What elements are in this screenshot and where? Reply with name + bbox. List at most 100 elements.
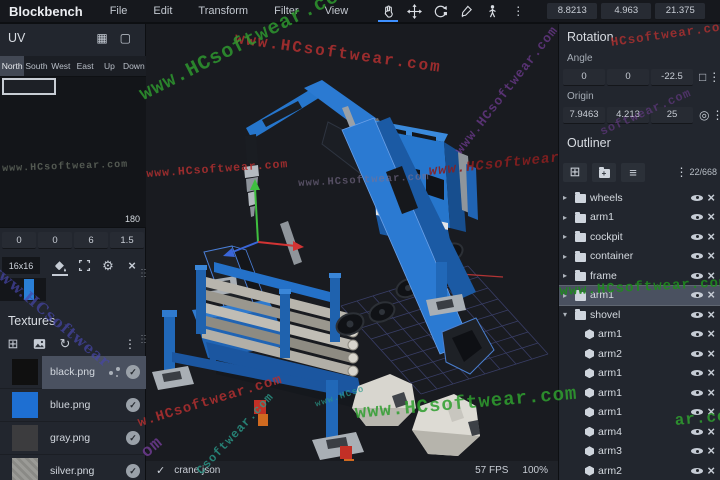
cross-icon[interactable] [707,267,715,285]
cross-icon[interactable] [707,325,715,343]
eye-icon[interactable] [691,368,704,379]
project-filename[interactable]: crane.json [174,465,220,476]
outliner-item-cube[interactable]: arm1 [559,364,720,384]
cross-icon[interactable] [707,189,715,207]
uv-selection-box[interactable] [2,78,56,95]
menu-transform[interactable]: Transform [185,0,261,22]
cross-icon[interactable] [707,228,715,246]
uv-editor-canvas[interactable]: 180 [0,76,146,228]
menu-edit[interactable]: Edit [140,0,185,22]
toolbar-more-button[interactable] [505,0,531,22]
panel-drag-handle[interactable] [137,334,147,345]
cross-icon[interactable] [707,384,715,402]
outliner-item-wheels[interactable]: wheels [559,188,720,208]
uv-height-field[interactable]: 1.5 [110,232,144,249]
texture-item-black[interactable]: black.png [0,356,146,389]
viewport-3d-scene[interactable] [146,24,558,461]
reload-textures-button[interactable] [52,336,78,352]
outliner-item-cube[interactable]: arm2 [559,461,720,480]
sort-outliner-button[interactable] [621,162,645,182]
rotation-space-toggle-icon[interactable]: □ [699,70,706,84]
eye-icon[interactable] [691,309,704,320]
eye-icon[interactable] [691,231,704,242]
expand-uv-button[interactable] [72,255,96,276]
tab-north[interactable]: North [0,56,25,76]
rocks[interactable] [352,374,480,456]
eye-icon[interactable] [691,407,704,418]
gizmo-y-axis-arrow[interactable] [254,187,259,243]
texture-item-blue[interactable]: blue.png [0,389,146,422]
cross-icon[interactable] [707,208,715,226]
cross-icon[interactable] [707,403,715,421]
transform-gizmo[interactable] [223,179,304,257]
outliner-item-container[interactable]: container [559,247,720,267]
angle-x-field[interactable]: 0 [563,68,605,86]
paint-bucket-button[interactable] [48,255,72,276]
tab-south[interactable]: South [24,56,48,76]
angle-z-field[interactable]: -22.5 [651,68,693,86]
brush-tool-button[interactable] [453,0,479,22]
add-group-button[interactable] [592,162,616,182]
eye-icon[interactable] [691,465,704,476]
texture-item-silver[interactable]: silver.png [0,455,146,480]
cross-icon[interactable] [707,345,715,363]
cross-icon[interactable] [707,286,715,304]
outliner-item-cube[interactable]: arm1 [559,403,720,423]
texture-enabled-check-icon[interactable] [126,431,140,445]
menu-filter[interactable]: Filter [261,0,311,22]
cross-icon[interactable] [707,442,715,460]
chevron-right-icon[interactable] [563,252,571,261]
origin-more-button[interactable] [711,106,720,124]
eye-icon[interactable] [691,192,704,203]
chevron-right-icon[interactable] [563,271,571,280]
outliner-item-cube[interactable]: arm4 [559,422,720,442]
panel-drag-handle[interactable] [137,268,147,279]
cross-icon[interactable] [707,423,715,441]
tab-down[interactable]: Down [122,56,146,76]
create-texture-button[interactable] [0,336,26,352]
eye-icon[interactable] [691,348,704,359]
outliner-item-arm1-selected[interactable]: arm1 [559,284,720,306]
position-z-field[interactable]: 21.375 [655,2,706,20]
eye-icon[interactable] [691,290,704,301]
origin-x-field[interactable]: 7.9463 [563,106,605,124]
cross-icon[interactable] [707,462,715,480]
grid-view-icon[interactable]: ▦ [90,31,113,45]
menu-file[interactable]: File [97,0,141,22]
eye-icon[interactable] [691,426,704,437]
outliner-item-cube[interactable]: arm1 [559,383,720,403]
tab-west[interactable]: West [49,56,73,76]
cross-icon[interactable] [707,247,715,265]
outliner-item-frame[interactable]: frame [559,266,720,286]
uv-x-field[interactable]: 0 [2,232,36,249]
origin-focus-icon[interactable]: ◎ [699,108,709,122]
angle-y-field[interactable]: 0 [607,68,649,86]
tab-up[interactable]: Up [97,56,121,76]
chevron-right-icon[interactable] [563,232,571,241]
texture-enabled-check-icon[interactable] [126,398,140,412]
chevron-right-icon[interactable] [563,213,571,222]
move-tool-button[interactable] [401,0,427,22]
auto-uv-button[interactable] [96,255,120,276]
angle-more-button[interactable] [708,68,720,86]
cross-icon[interactable] [707,364,715,382]
menu-view[interactable]: View [312,0,362,22]
color-preview-strip[interactable] [0,278,46,301]
eye-icon[interactable] [691,446,704,457]
eye-icon[interactable] [691,329,704,340]
chevron-right-icon[interactable] [563,291,571,300]
position-y-field[interactable]: 4.963 [601,2,652,20]
viewport-3d[interactable]: crane.json 57 FPS 100% [146,24,558,480]
outliner-item-shovel[interactable]: shovel [559,305,720,325]
uv-y-field[interactable]: 0 [38,232,72,249]
chevron-down-icon[interactable] [563,310,571,319]
tab-east[interactable]: East [73,56,97,76]
outliner-item-arm1[interactable]: arm1 [559,208,720,228]
eye-icon[interactable] [691,387,704,398]
outliner-item-cockpit[interactable]: cockpit [559,227,720,247]
outliner-item-cube[interactable]: arm3 [559,442,720,462]
current-color-swatch[interactable] [24,279,34,300]
origin-z-field[interactable]: 25 [651,106,693,124]
cross-icon[interactable] [707,306,715,324]
pose-tool-button[interactable] [479,0,505,22]
